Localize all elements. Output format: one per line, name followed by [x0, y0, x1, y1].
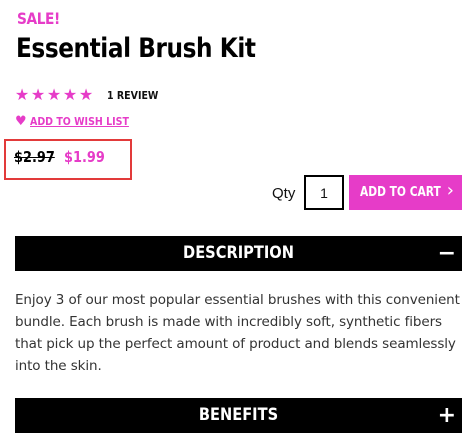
benefits-accordion-header[interactable]: BENEFITS +	[15, 398, 462, 433]
star-icon: ★	[46, 85, 62, 104]
collapse-icon[interactable]: −	[438, 236, 456, 271]
product-title: Essential Brush Kit	[16, 33, 256, 64]
star-icon: ★	[62, 85, 78, 104]
review-count-link[interactable]: 1 REVIEW	[107, 89, 158, 102]
sale-price: $1.99	[64, 148, 105, 166]
description-title: DESCRIPTION	[183, 243, 294, 263]
star-icon: ★	[30, 85, 46, 104]
star-icon: ★	[14, 85, 30, 104]
star-rating: ★ ★ ★ ★ ★	[14, 87, 94, 103]
add-to-cart-button[interactable]: ADD TO CART ›	[349, 175, 462, 210]
heart-icon: ♥	[15, 114, 27, 129]
star-icon: ★	[78, 85, 94, 104]
chevron-right-icon: ›	[446, 180, 454, 201]
quantity-input[interactable]	[304, 175, 344, 210]
expand-icon[interactable]: +	[438, 398, 456, 433]
add-to-wishlist-link[interactable]: ♥ ADD TO WISH LIST	[15, 115, 145, 128]
description-body: Enjoy 3 of our most popular essential br…	[15, 292, 460, 374]
add-to-cart-label: ADD TO CART	[360, 185, 441, 200]
qty-label: Qty	[272, 185, 296, 202]
wishlist-label[interactable]: ADD TO WISH LIST	[30, 115, 129, 128]
description-accordion-header[interactable]: DESCRIPTION −	[15, 236, 462, 271]
rating-row: ★ ★ ★ ★ ★ 1 REVIEW	[14, 87, 167, 103]
benefits-title: BENEFITS	[198, 405, 279, 425]
original-price: $2.97	[14, 148, 55, 166]
sale-badge: SALE!	[17, 9, 60, 28]
